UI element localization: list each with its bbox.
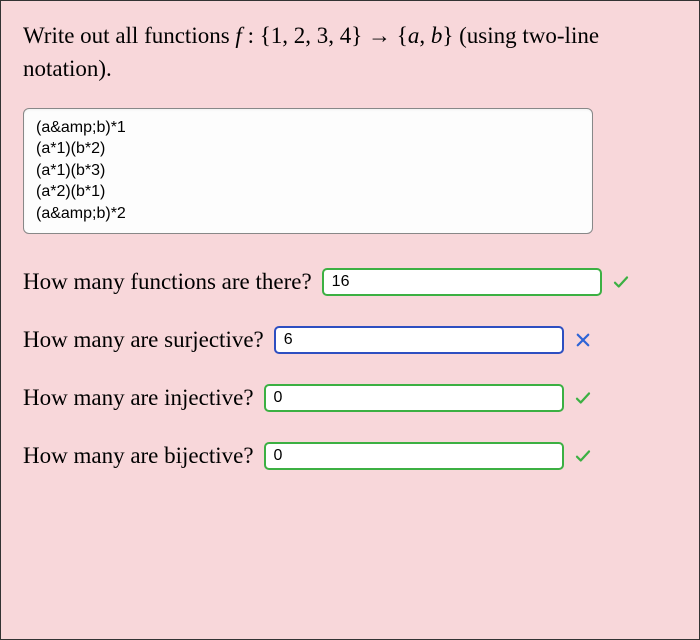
bijective-input[interactable]: 0 (264, 442, 564, 470)
question-row-injective: How many are injective? 0 (23, 384, 677, 412)
codomain-close: } (442, 23, 459, 48)
textarea-line: (a&amp;b)*1 (36, 117, 580, 139)
textarea-line: (a&amp;b)*2 (36, 203, 580, 225)
surjective-input[interactable]: 6 (274, 326, 564, 354)
question-row-bijective: How many are bijective? 0 (23, 442, 677, 470)
prompt-colon: : {1, 2, 3, 4} (242, 23, 368, 48)
surjective-label: How many are surjective? (23, 327, 264, 353)
codomain-open: { (391, 23, 408, 48)
count-label: How many functions are there? (23, 269, 312, 295)
bijective-label: How many are bijective? (23, 443, 254, 469)
textarea-line: (a*1)(b*3) (36, 160, 580, 182)
check-icon (574, 389, 592, 407)
check-icon (574, 447, 592, 465)
textarea-line: (a*1)(b*2) (36, 138, 580, 160)
check-icon (612, 273, 630, 291)
question-panel: Write out all functions f : {1, 2, 3, 4}… (0, 0, 700, 640)
math-b: b (431, 23, 443, 48)
count-input[interactable]: 16 (322, 268, 602, 296)
textarea-line: (a*2)(b*1) (36, 181, 580, 203)
injective-label: How many are injective? (23, 385, 254, 411)
codomain-sep: , (419, 23, 431, 48)
arrow-icon: → (368, 23, 391, 48)
functions-textarea[interactable]: (a&amp;b)*1 (a*1)(b*2) (a*1)(b*3) (a*2)(… (23, 108, 593, 234)
question-row-surjective: How many are surjective? 6 (23, 326, 677, 354)
question-row-count: How many functions are there? 16 (23, 268, 677, 296)
cross-icon (574, 331, 592, 349)
injective-input[interactable]: 0 (264, 384, 564, 412)
prompt-text: Write out all functions f : {1, 2, 3, 4}… (23, 19, 677, 86)
math-a: a (408, 23, 420, 48)
prompt-pre: Write out all functions (23, 23, 235, 48)
